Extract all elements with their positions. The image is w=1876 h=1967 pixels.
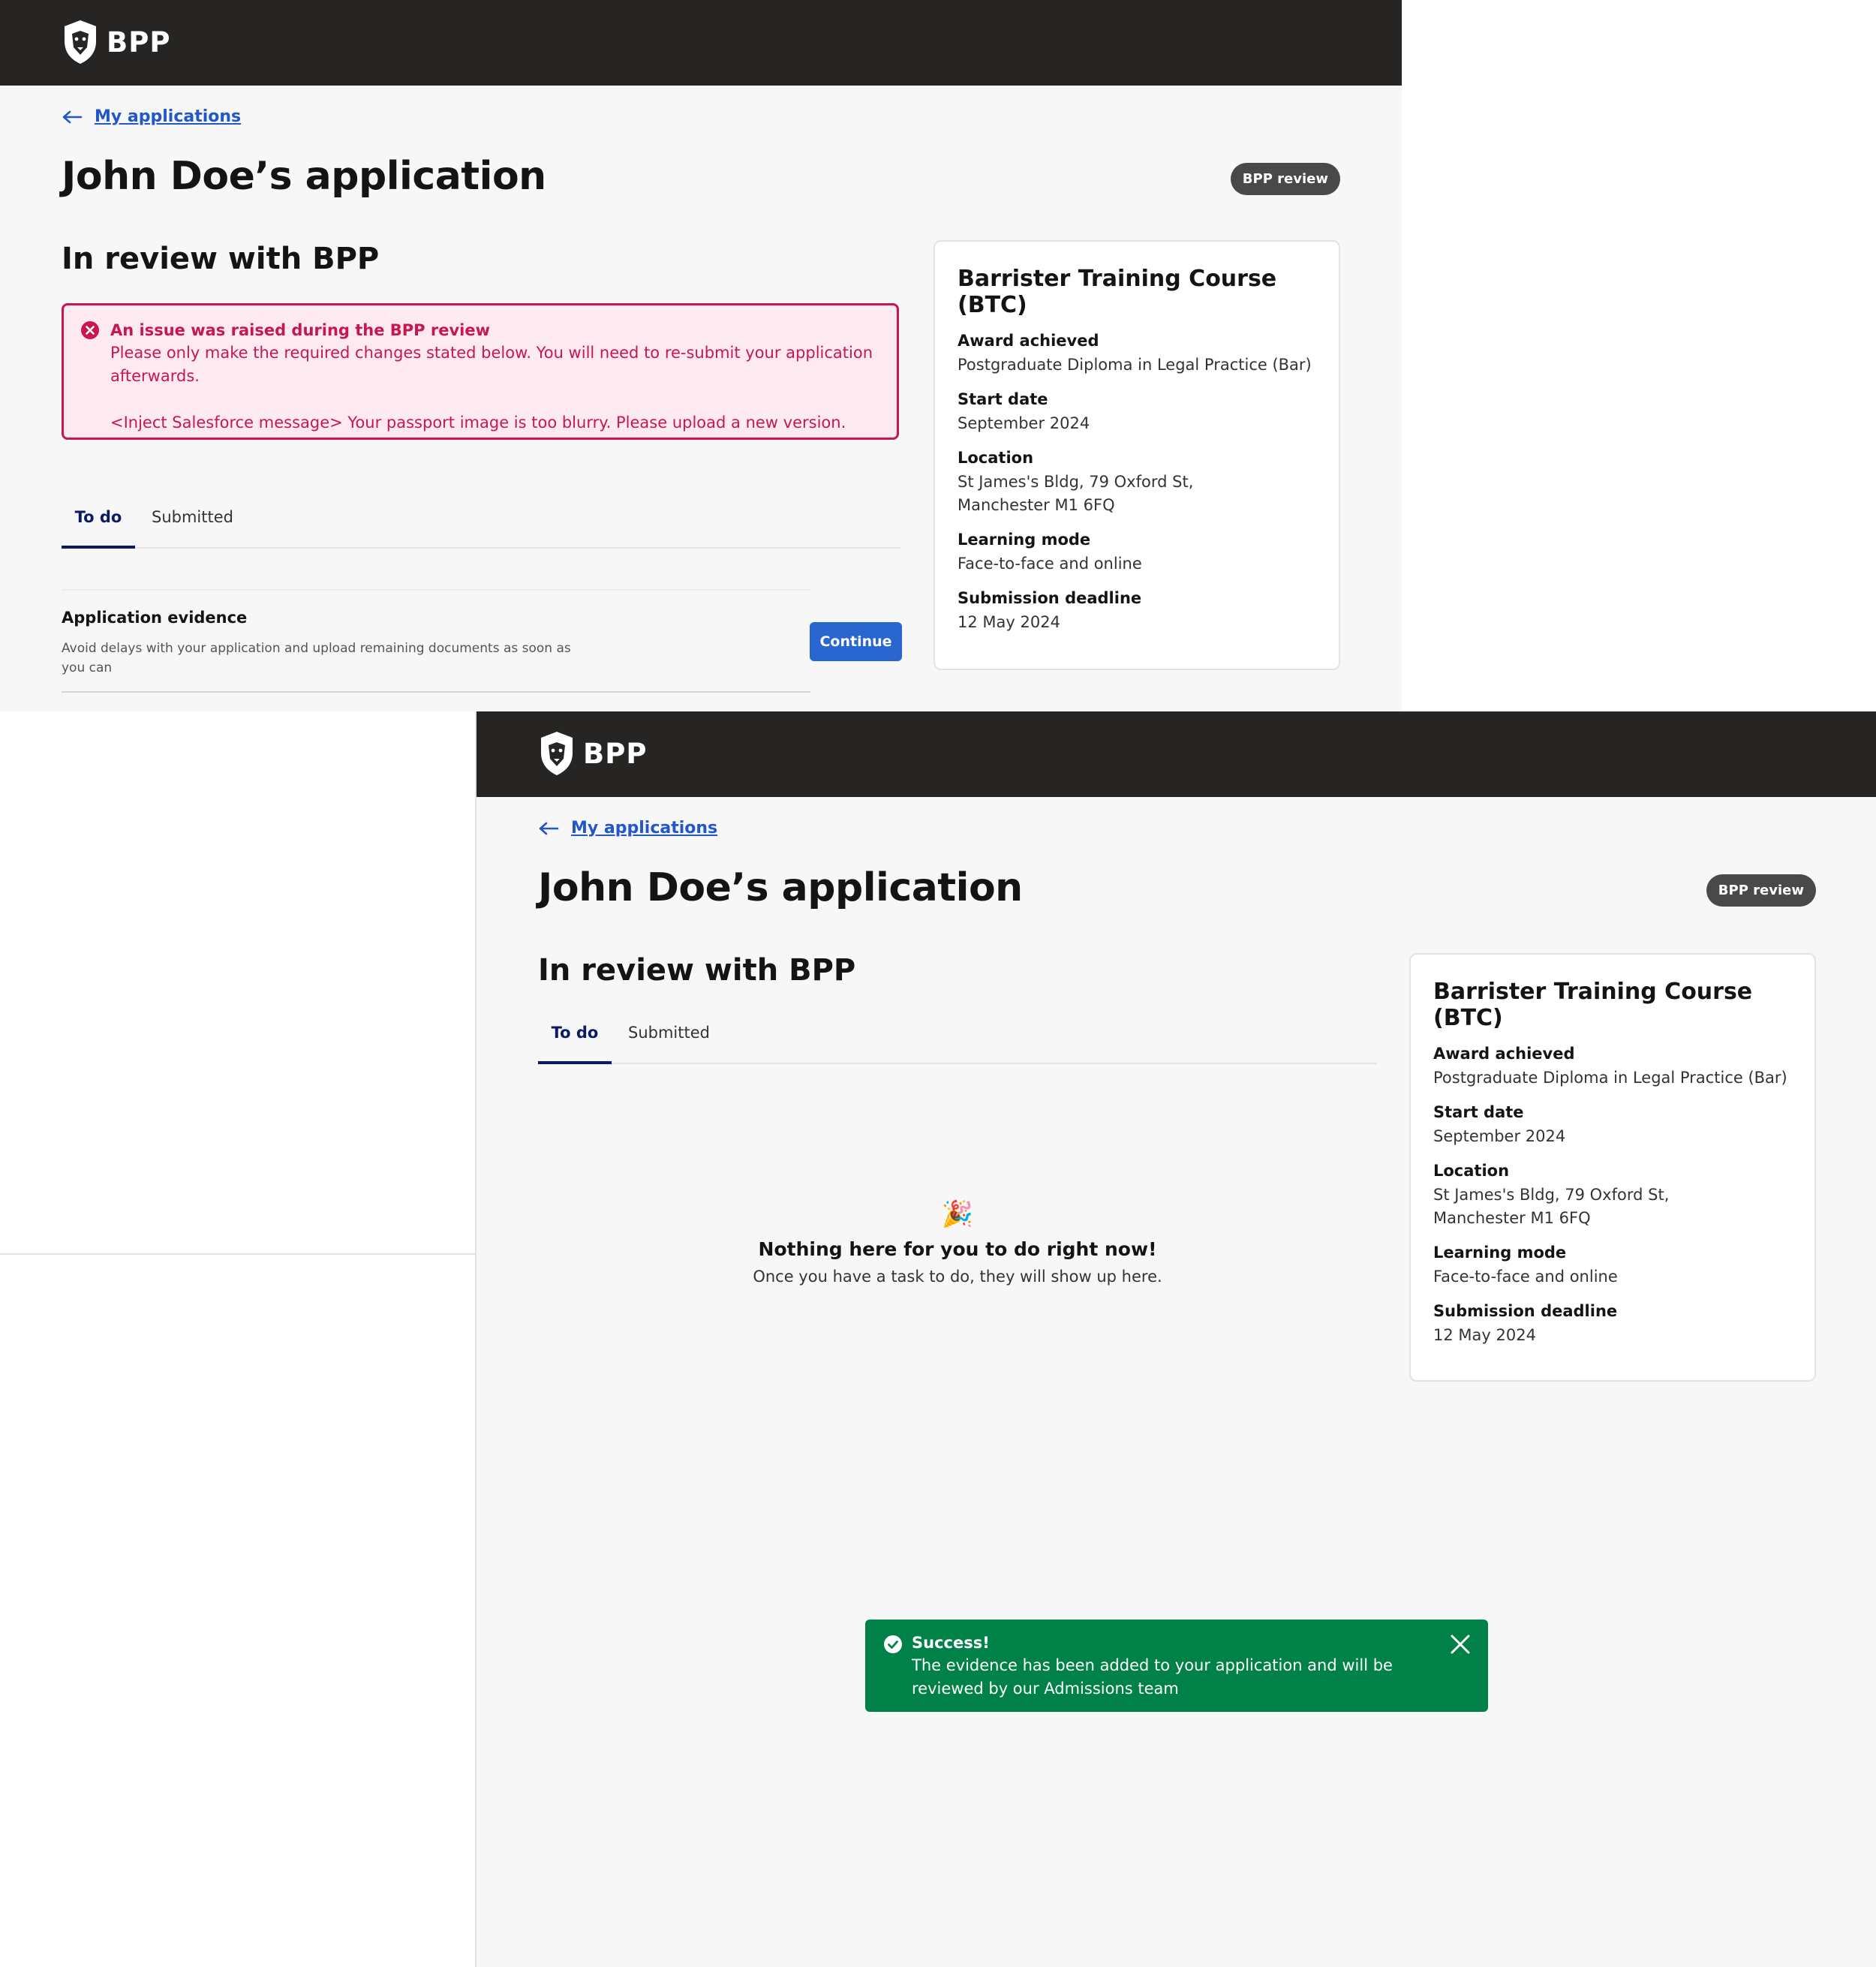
toast-title: Success!	[912, 1634, 990, 1652]
my-applications-link[interactable]: My applications	[95, 107, 241, 126]
field-value: September 2024	[958, 414, 1090, 432]
bpp-logo[interactable]: BPP	[538, 729, 647, 777]
canvas-divider	[0, 1253, 475, 1255]
field-label: Submission deadline	[958, 589, 1142, 607]
field-label: Award achieved	[958, 332, 1099, 350]
task-description: Avoid delays with your application and u…	[62, 641, 571, 675]
continue-button[interactable]: Continue	[810, 622, 902, 661]
issue-alert: An issue was raised during the BPP revie…	[62, 303, 899, 440]
close-icon[interactable]	[1449, 1633, 1472, 1656]
check-circle-icon	[884, 1635, 902, 1653]
task-title: Application evidence	[62, 609, 248, 627]
party-popper-icon: 🎉	[941, 1200, 974, 1229]
alert-title: An issue was raised during the BPP revie…	[110, 321, 491, 339]
field-value: St James's Bldg, 79 Oxford St, Mancheste…	[958, 471, 1316, 517]
field-value: Face-to-face and online	[1433, 1268, 1618, 1286]
toast-body: The evidence has been added to your appl…	[912, 1656, 1393, 1698]
alert-message: <Inject Salesforce message> Your passpor…	[110, 414, 846, 432]
lion-shield-icon	[65, 20, 96, 64]
field-label: Submission deadline	[1433, 1302, 1618, 1320]
empty-state: 🎉 Nothing here for you to do right now! …	[538, 1199, 1377, 1286]
success-toast: Success! The evidence has been added to …	[865, 1620, 1488, 1712]
field-label: Start date	[958, 390, 1048, 408]
bpp-logo[interactable]: BPP	[62, 18, 170, 66]
tab-bar: To do Submitted	[538, 1003, 1377, 1064]
status-badge: BPP review	[1230, 163, 1340, 195]
tab-submitted[interactable]: Submitted	[152, 487, 233, 547]
tab-to-do[interactable]: To do	[62, 487, 135, 549]
logo-text: BPP	[583, 737, 648, 770]
top-bar: BPP	[477, 711, 1876, 797]
screen-issue-raised: BPP My applications John Doe’s applicati…	[0, 0, 1402, 711]
field-label: Learning mode	[1433, 1244, 1567, 1262]
field-value: September 2024	[1433, 1127, 1566, 1145]
back-link[interactable]: My applications	[538, 819, 717, 838]
screen-evidence-submitted: BPP My applications John Doe’s applicati…	[475, 711, 1876, 1967]
alert-body: Please only make the required changes st…	[110, 344, 873, 385]
field-label: Start date	[1433, 1103, 1524, 1121]
tab-to-do[interactable]: To do	[538, 1003, 612, 1064]
logo-text: BPP	[107, 26, 171, 59]
section-title: In review with BPP	[62, 242, 380, 276]
field-value: 12 May 2024	[958, 613, 1060, 631]
course-card: Barrister Training Course (BTC) Award ac…	[1409, 953, 1816, 1382]
arrow-left-icon	[539, 822, 559, 835]
empty-state-title: Nothing here for you to do right now!	[758, 1238, 1157, 1260]
field-label: Location	[958, 449, 1034, 467]
location-line: Manchester M1 6FQ	[1433, 1209, 1591, 1227]
location-line: St James's Bldg, 79 Oxford St,	[1433, 1186, 1670, 1204]
tab-bar: To do Submitted	[62, 487, 900, 549]
page-title: John Doe’s application	[62, 154, 546, 199]
location-line: St James's Bldg, 79 Oxford St,	[958, 473, 1194, 491]
field-value: Postgraduate Diploma in Legal Practice (…	[958, 356, 1312, 374]
field-label: Location	[1433, 1162, 1510, 1180]
field-value: Face-to-face and online	[958, 555, 1142, 573]
top-bar: BPP	[0, 0, 1402, 86]
section-title: In review with BPP	[538, 953, 856, 988]
location-line: Manchester M1 6FQ	[958, 496, 1115, 514]
course-title: Barrister Training Course (BTC)	[1433, 979, 1753, 1031]
lion-shield-icon	[541, 732, 573, 775]
field-value: Postgraduate Diploma in Legal Practice (…	[1433, 1069, 1787, 1087]
task-row: Application evidence Avoid delays with y…	[62, 589, 810, 693]
course-card: Barrister Training Course (BTC) Award ac…	[933, 240, 1340, 670]
my-applications-link[interactable]: My applications	[571, 819, 717, 838]
field-value: St James's Bldg, 79 Oxford St, Mancheste…	[1433, 1184, 1792, 1230]
arrow-left-icon	[62, 110, 83, 123]
empty-state-subtitle: Once you have a task to do, they will sh…	[753, 1268, 1162, 1286]
field-label: Learning mode	[958, 531, 1091, 549]
page-title: John Doe’s application	[538, 865, 1023, 910]
status-badge: BPP review	[1706, 874, 1816, 907]
field-label: Award achieved	[1433, 1045, 1575, 1063]
back-link[interactable]: My applications	[62, 107, 241, 126]
error-circle-icon	[81, 321, 99, 339]
field-value: 12 May 2024	[1433, 1326, 1536, 1344]
course-title: Barrister Training Course (BTC)	[958, 266, 1277, 318]
tab-submitted[interactable]: Submitted	[628, 1003, 710, 1063]
